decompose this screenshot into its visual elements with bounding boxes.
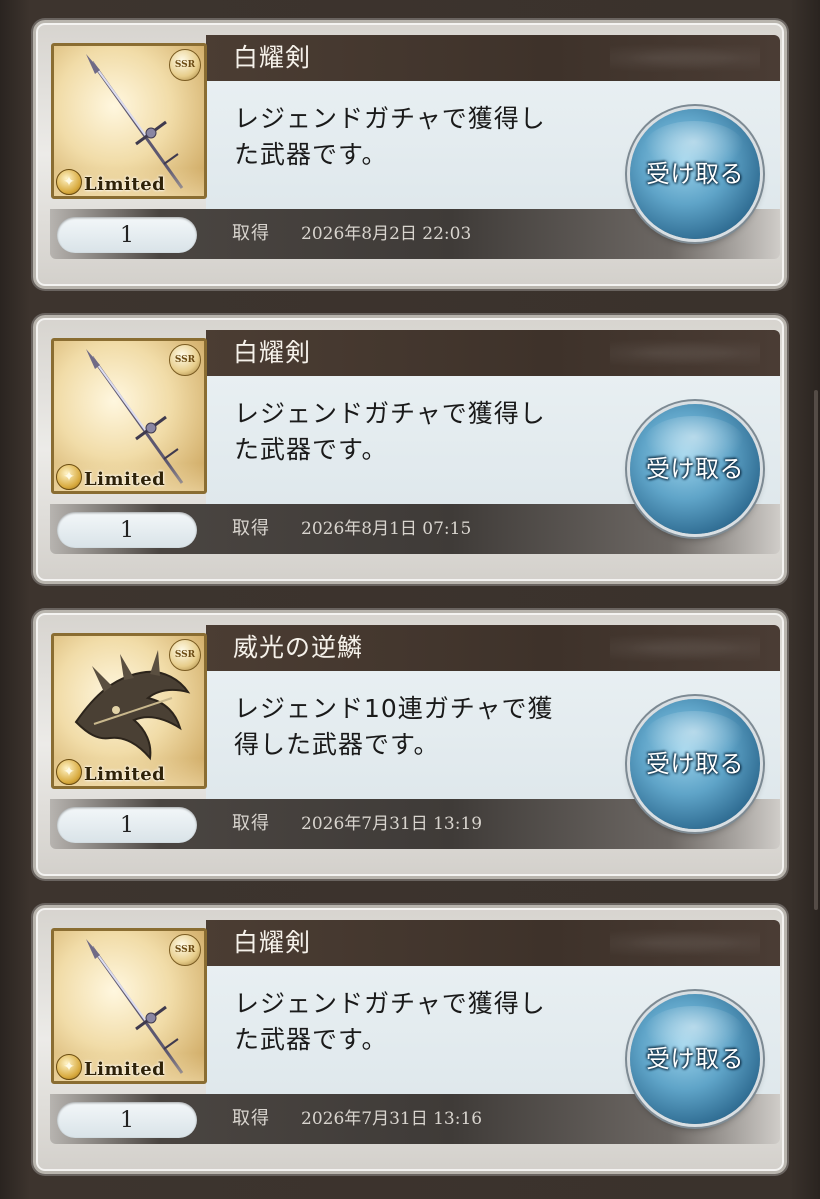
item-thumbnail: SSR ✦ Limited — [51, 928, 207, 1084]
limited-label: Limited — [84, 469, 166, 490]
item-description: レジェンド10連ガチャで獲 得した武器です。 — [234, 691, 604, 763]
item-title-bar: 白耀剣 — [206, 35, 780, 81]
limited-badge: ✦ Limited — [54, 463, 204, 491]
item-name: 白耀剣 — [233, 43, 312, 72]
gift-card: 威光の逆鱗 レジェンド10連ガチャで獲 得した武器です。 1 取得 2026年7… — [33, 610, 787, 879]
quantity-display: 1 — [57, 512, 197, 548]
limited-label: Limited — [84, 1059, 166, 1080]
receive-button[interactable]: 受け取る — [630, 699, 760, 829]
obtained-label: 取得 — [232, 813, 270, 834]
obtained-date: 2026年8月1日 07:15 — [301, 519, 472, 539]
receive-button[interactable]: 受け取る — [630, 109, 760, 239]
receive-button-label: 受け取る — [646, 1045, 744, 1073]
obtained-label: 取得 — [232, 518, 270, 539]
gift-list: 白耀剣 レジェンドガチャで獲得し た武器です。 1 取得 2026年8月2日 2… — [0, 0, 820, 1199]
star-icon: ✦ — [56, 169, 82, 195]
item-thumbnail: SSR ✦ Limited — [51, 633, 207, 789]
item-thumbnail: SSR ✦ Limited — [51, 338, 207, 494]
scrollbar[interactable] — [812, 0, 818, 1199]
gift-card: 白耀剣 レジェンドガチャで獲得し た武器です。 1 取得 2026年8月1日 0… — [33, 315, 787, 584]
description-line: レジェンドガチャで獲得し — [234, 104, 546, 133]
item-name: 威光の逆鱗 — [233, 633, 364, 662]
receive-button[interactable]: 受け取る — [630, 994, 760, 1124]
description-line: た武器です。 — [234, 140, 388, 169]
star-icon: ✦ — [56, 1054, 82, 1080]
receive-button-label: 受け取る — [646, 750, 744, 778]
item-name: 白耀剣 — [233, 928, 312, 957]
obtained-label: 取得 — [232, 1108, 270, 1129]
description-line: た武器です。 — [234, 1025, 388, 1054]
receive-button[interactable]: 受け取る — [630, 404, 760, 534]
receive-button-label: 受け取る — [646, 455, 744, 483]
limited-label: Limited — [84, 764, 166, 785]
limited-badge: ✦ Limited — [54, 1053, 204, 1081]
description-line: た武器です。 — [234, 435, 388, 464]
rarity-badge: SSR — [169, 934, 201, 966]
item-description: レジェンドガチャで獲得し た武器です。 — [234, 986, 604, 1058]
item-title-bar: 白耀剣 — [206, 330, 780, 376]
quantity-display: 1 — [57, 807, 197, 843]
item-title-bar: 威光の逆鱗 — [206, 625, 780, 671]
star-icon: ✦ — [56, 464, 82, 490]
gift-card: 白耀剣 レジェンドガチャで獲得し た武器です。 1 取得 2026年8月2日 2… — [33, 20, 787, 289]
quantity-display: 1 — [57, 217, 197, 253]
limited-label: Limited — [84, 174, 166, 195]
rarity-badge: SSR — [169, 49, 201, 81]
gift-card: 白耀剣 レジェンドガチャで獲得し た武器です。 1 取得 2026年7月31日 … — [33, 905, 787, 1174]
rarity-badge: SSR — [169, 344, 201, 376]
item-name: 白耀剣 — [233, 338, 312, 367]
description-line: 得した武器です。 — [234, 730, 440, 759]
description-line: レジェンドガチャで獲得し — [234, 399, 546, 428]
item-description: レジェンドガチャで獲得し た武器です。 — [234, 101, 604, 173]
star-icon: ✦ — [56, 759, 82, 785]
item-description: レジェンドガチャで獲得し た武器です。 — [234, 396, 604, 468]
obtained-date: 2026年7月31日 13:19 — [301, 814, 483, 834]
limited-badge: ✦ Limited — [54, 758, 204, 786]
obtained-date: 2026年8月2日 22:03 — [301, 224, 472, 244]
item-title-bar: 白耀剣 — [206, 920, 780, 966]
obtained-date: 2026年7月31日 13:16 — [301, 1109, 483, 1129]
description-line: レジェンドガチャで獲得し — [234, 989, 546, 1018]
obtained-label: 取得 — [232, 223, 270, 244]
receive-button-label: 受け取る — [646, 160, 744, 188]
item-thumbnail: SSR ✦ Limited — [51, 43, 207, 199]
description-line: レジェンド10連ガチャで獲 — [234, 694, 554, 723]
quantity-display: 1 — [57, 1102, 197, 1138]
limited-badge: ✦ Limited — [54, 168, 204, 196]
rarity-badge: SSR — [169, 639, 201, 671]
scrollbar-thumb[interactable] — [814, 390, 818, 910]
